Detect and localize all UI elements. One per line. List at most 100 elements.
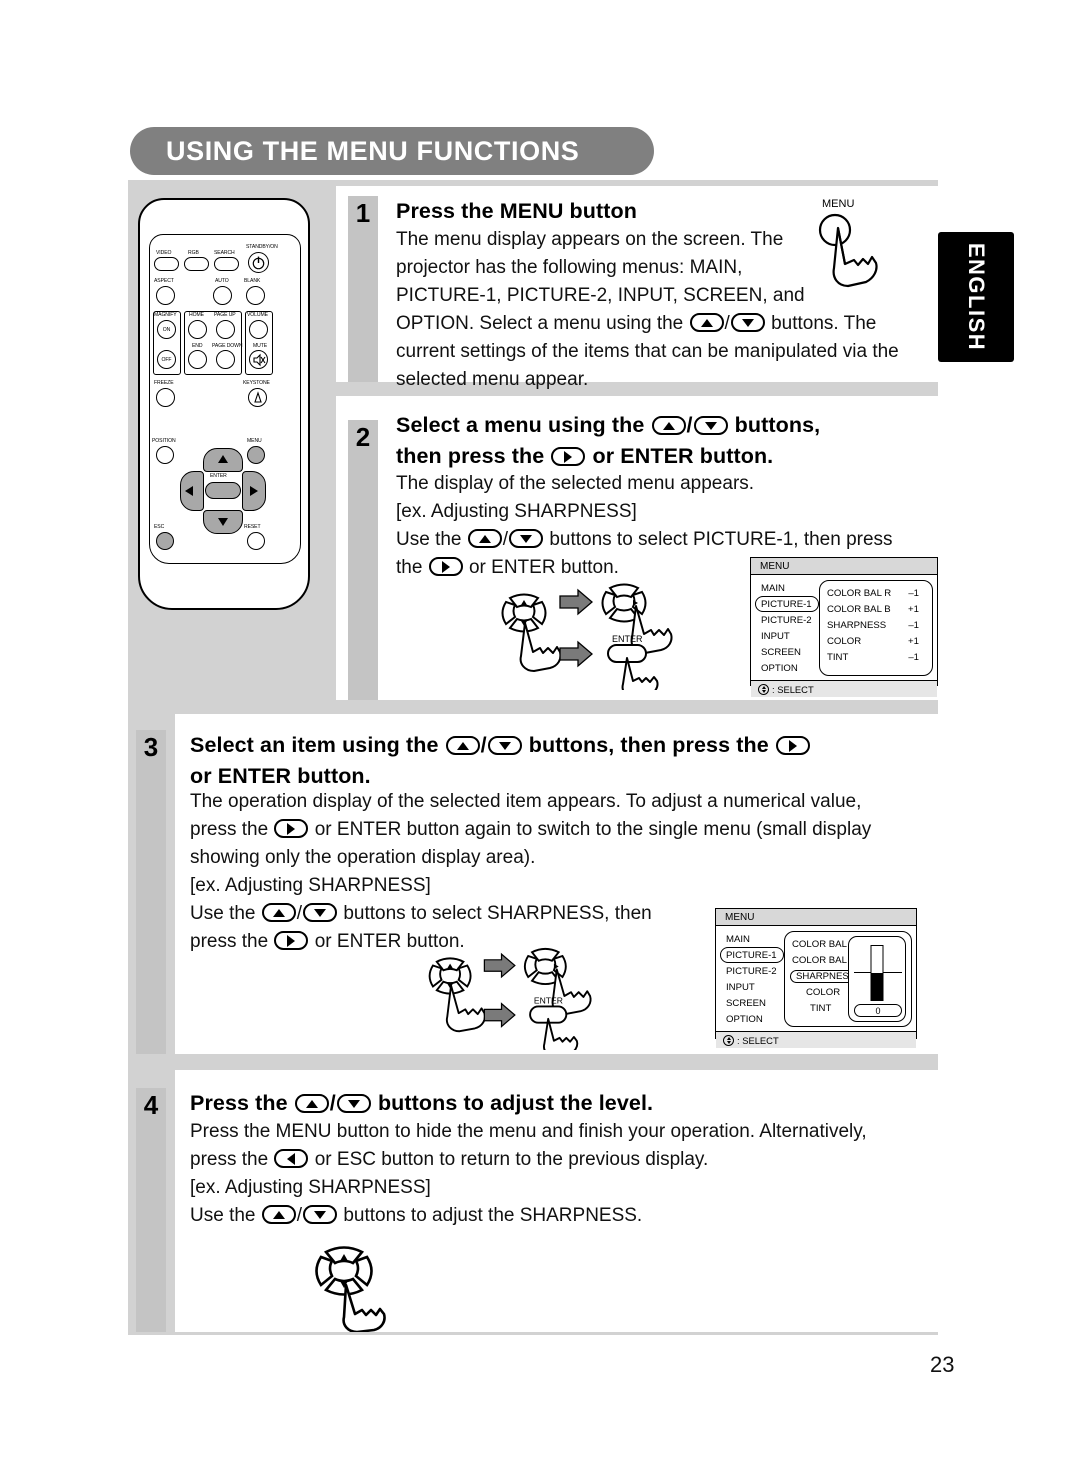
remote-control-illustration: VIDEO RGB SEARCH STANDBY/ON ASPECT AUTO … (138, 198, 310, 610)
osd-row: COLOR BAL B +1 (825, 601, 927, 617)
osd-row-label: COLOR (827, 635, 862, 647)
remote-label-volume: VOLUME (247, 312, 268, 318)
step-4-use-b: buttons to adjust the SHARPNESS. (343, 1205, 643, 1226)
osd-right-panel: COLOR BAL R –1 COLOR BAL B +1 SHARPNESS –1 … (819, 580, 933, 676)
remote-dpad: ENTER (180, 448, 266, 534)
hand-pointing-icon (621, 657, 659, 698)
remote-button-esc (156, 532, 174, 550)
osd-left-column: MAIN PICTURE-1 PICTURE-2 INPUT SCREEN OP… (755, 580, 819, 676)
osd-menu-step2: MENU MAIN PICTURE-1 PICTURE-2 INPUT SCRE… (750, 557, 938, 697)
step-1-line-4a: OPTION. Select a menu using the (396, 313, 684, 334)
step-1-strip (348, 230, 378, 382)
gray-arrow-icon-1 (559, 588, 593, 616)
up-key-icon (294, 1094, 329, 1113)
remote-button-auto (213, 286, 232, 305)
up-key-icon (651, 416, 686, 435)
step-3-head-1a: Select an item using the (190, 733, 439, 757)
down-key-icon (730, 313, 765, 332)
hand-pointing-icon (818, 213, 878, 288)
remote-label-menu: MENU (247, 438, 262, 444)
remote-label-aspect: ASPECT (154, 278, 174, 284)
osd-item-screen: SCREEN (761, 646, 801, 658)
osd-row: TINT –1 (825, 649, 927, 665)
right-key-icon (775, 736, 810, 755)
sharpness-gauge: 0 (848, 936, 906, 1022)
step-4-line-1: Press the MENU button to hide the menu a… (190, 1121, 867, 1142)
step-4-use-a: Use the (190, 1205, 256, 1226)
remote-label-auto: AUTO (215, 278, 229, 284)
remote-button-mute (249, 350, 268, 369)
step-1-heading: Press the MENU button (396, 199, 638, 223)
osd-item-option: OPTION (726, 1013, 763, 1025)
step-2-number: 2 (348, 420, 378, 454)
osd-item-input: INPUT (726, 981, 755, 993)
osd-right-panel: COLOR BAL R COLOR BAL B SHARPNESS COLOR … (784, 931, 912, 1027)
osd-row-value: +1 (908, 635, 919, 647)
remote-label-video: VIDEO (156, 250, 172, 256)
up-key-icon (445, 736, 480, 755)
step-1-line-6: selected menu appear. (396, 369, 589, 390)
remote-button-keystone (248, 388, 267, 407)
step-2-line-3: Use the / buttons to select PICTURE-1, t… (396, 529, 893, 550)
remote-button-standby-on (248, 252, 269, 273)
up-key-icon (261, 1205, 296, 1224)
osd-item-picture-1: PICTURE-1 (755, 596, 819, 612)
step-2-strip (348, 454, 378, 700)
osd-row-label: SHARPNESS (827, 619, 887, 631)
remote-label-home: HOME (189, 312, 204, 318)
page-number: 23 (930, 1352, 955, 1377)
dpad-press-down-illustration (315, 1246, 386, 1334)
osd-row-label: COLOR BAL B (792, 954, 856, 966)
remote-label-freeze: FREEZE (154, 380, 174, 386)
osd-item-input: INPUT (761, 630, 790, 642)
step-4-heading-line: Press the / buttons to adjust the level. (190, 1091, 654, 1115)
step-4-head-b: buttons to adjust the level. (377, 1091, 654, 1115)
step-2-heading-line-1: Select a menu using the / buttons, (396, 413, 821, 437)
osd-footer: : SELECT (751, 680, 937, 697)
remote-label-enter: ENTER (210, 473, 227, 479)
osd-item-screen: SCREEN (726, 997, 766, 1009)
up-key-icon (689, 313, 724, 332)
step-3-press2-a: press the (190, 931, 269, 952)
remote-button-end (188, 350, 207, 369)
osd-item-picture-2: PICTURE-2 (761, 614, 812, 626)
step-2-illustration: ENTER (484, 578, 694, 698)
step-3-line-2: press the or ENTER button again to switc… (190, 816, 871, 844)
select-updown-icon (723, 1034, 734, 1046)
step-4-line-4: Use the / buttons to adjust the SHARPNES… (190, 1205, 643, 1226)
step-4-illustration (296, 1228, 416, 1334)
step-3-strip (136, 764, 166, 1054)
step-4-press-b: or ESC button to return to the previous … (314, 1149, 709, 1170)
step-2-frag-b: buttons to select PICTURE-1, then press (549, 529, 893, 550)
step-3-line-1: The operation display of the selected it… (190, 791, 862, 812)
illustration-label-menu: MENU (822, 198, 855, 210)
right-key-icon (551, 447, 586, 466)
osd-row-label: COLOR BAL R (792, 938, 857, 950)
step-3-line-4: [ex. Adjusting SHARPNESS] (190, 875, 431, 896)
remote-button-magnify-off: OFF (157, 350, 176, 369)
step-3-press-a: press the (190, 819, 269, 840)
remote-button-position (156, 446, 174, 464)
step-3-press-b: or ENTER button again to switch to the s… (314, 819, 872, 840)
down-key-icon (487, 736, 522, 755)
step-2-frag-d: or ENTER button. (468, 557, 619, 578)
down-key-icon (336, 1094, 371, 1113)
remote-dpad-down-arrow-icon (218, 518, 228, 526)
remote-label-blank: BLANK (244, 278, 261, 284)
osd-row: COLOR BAL R –1 (825, 585, 927, 601)
step-3-line-3: showing only the operation display area)… (190, 847, 536, 868)
step-4-heading: Press the / buttons to adjust the level. (190, 1088, 653, 1119)
down-key-icon (303, 1205, 338, 1224)
dpad-press-sequence-illustration: ENTER (428, 947, 592, 1057)
osd-footer: : SELECT (716, 1031, 916, 1048)
osd-row-label: COLOR BAL B (827, 603, 891, 615)
manual-page: USING THE MENU FUNCTIONS ENGLISH VIDEO R… (0, 0, 1080, 1484)
step-1-line-5: current settings of the items that can b… (396, 341, 899, 362)
down-key-icon (693, 416, 728, 435)
osd-row-label: COLOR BAL R (827, 587, 892, 599)
remote-button-blank (246, 286, 265, 305)
remote-button-aspect (156, 286, 175, 305)
osd-body: MAIN PICTURE-1 PICTURE-2 INPUT SCREEN OP… (716, 926, 916, 1027)
step-2-frag-a: Use the (396, 529, 462, 550)
osd-item-picture-2: PICTURE-2 (726, 965, 777, 977)
